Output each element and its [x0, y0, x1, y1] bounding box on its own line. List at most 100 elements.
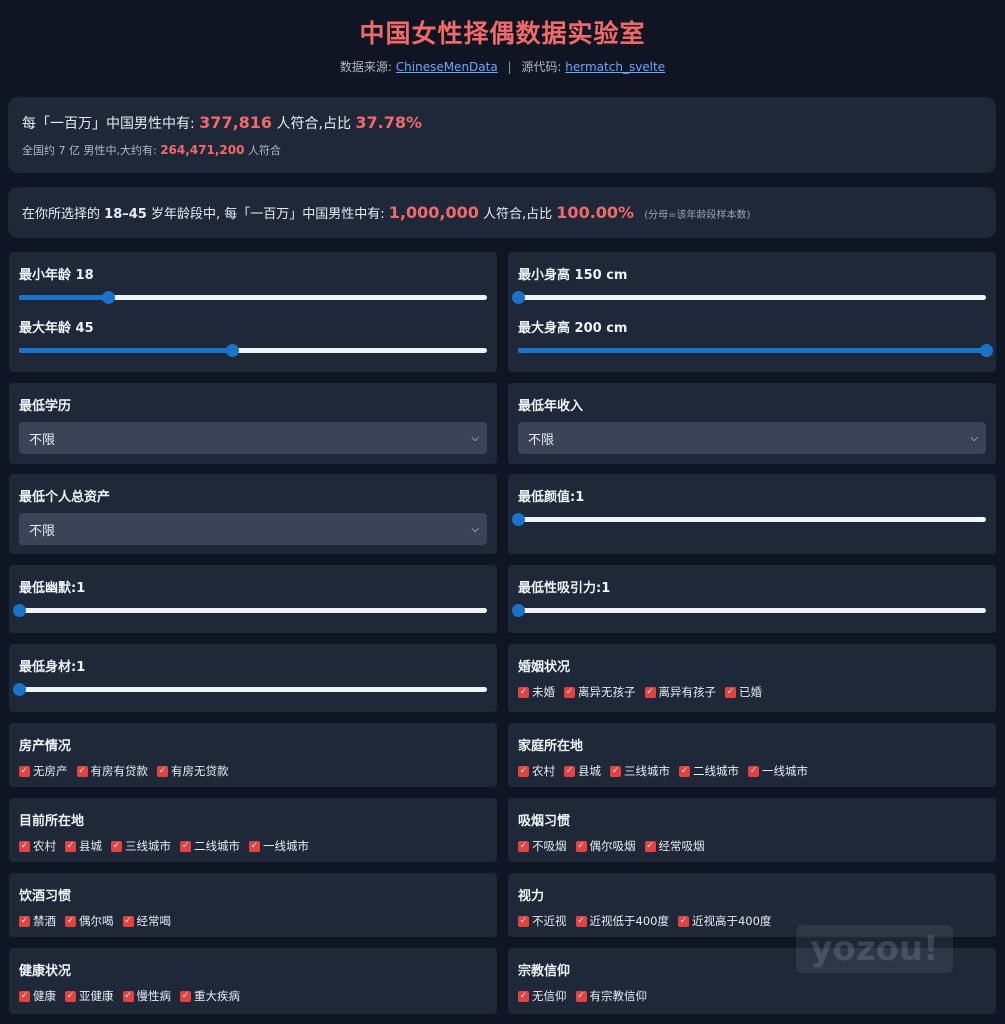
checkbox-checked-icon[interactable]: ✓: [249, 840, 260, 852]
hometown-option[interactable]: ✓ 三线城市: [610, 763, 670, 779]
slider-thumb[interactable]: [980, 344, 993, 357]
checkbox-checked-icon[interactable]: ✓: [111, 840, 122, 852]
health-option[interactable]: ✓ 重大疾病: [180, 988, 240, 1004]
slider-thumb[interactable]: [101, 291, 115, 304]
max-age-slider[interactable]: [19, 340, 487, 360]
checkbox-checked-icon[interactable]: ✓: [644, 840, 656, 852]
checkbox-checked-icon[interactable]: ✓: [677, 915, 689, 927]
checkbox-checked-icon[interactable]: ✓: [610, 765, 621, 777]
smoking-option[interactable]: ✓ 经常吸烟: [644, 838, 705, 854]
hometown-option-label: 县城: [578, 764, 601, 778]
hometown-panel: 家庭所在地 ✓ 农村 ✓ 县城 ✓ 三线城市 ✓ 二线城市 ✓ 一线城市: [508, 723, 996, 787]
source-link[interactable]: ChineseMenData: [396, 60, 498, 74]
code-link[interactable]: hermatch_svelte: [565, 60, 665, 74]
religion-option[interactable]: ✓ 有宗教信仰: [575, 988, 647, 1004]
checkbox-checked-icon[interactable]: ✓: [518, 765, 529, 777]
checkbox-checked-icon[interactable]: ✓: [122, 990, 134, 1002]
checkbox-checked-icon[interactable]: ✓: [19, 990, 30, 1002]
marriage-option-label: 离异有孩子: [658, 685, 717, 699]
hometown-option[interactable]: ✓ 农村: [518, 763, 555, 779]
slider-thumb[interactable]: [512, 604, 525, 617]
checkbox-checked-icon[interactable]: ✓: [19, 840, 30, 852]
drinking-option-label: 禁酒: [33, 914, 56, 928]
housing-option[interactable]: ✓ 有房有贷款: [76, 763, 148, 779]
slider-fill: [19, 348, 232, 353]
min-height-slider[interactable]: [512, 287, 986, 307]
marriage-option[interactable]: ✓ 离异无孩子: [564, 684, 636, 700]
checkbox-checked-icon[interactable]: ✓: [644, 686, 656, 698]
checkbox-checked-icon[interactable]: ✓: [518, 686, 529, 698]
checkbox-checked-icon[interactable]: ✓: [679, 765, 690, 777]
drinking-option[interactable]: ✓ 偶尔喝: [65, 913, 114, 929]
checkbox-checked-icon[interactable]: ✓: [564, 686, 575, 698]
hometown-option[interactable]: ✓ 一线城市: [748, 763, 808, 779]
checkbox-checked-icon[interactable]: ✓: [575, 915, 587, 927]
current-city-panel: 目前所在地 ✓ 农村 ✓ 县城 ✓ 三线城市 ✓ 二线城市 ✓ 一线城市: [9, 798, 497, 862]
max-height-slider[interactable]: [518, 340, 993, 360]
religion-options: ✓ 无信仰 ✓ 有宗教信仰: [518, 988, 986, 1004]
assets-select[interactable]: 不限 ⌵: [19, 513, 487, 545]
min-age-slider[interactable]: [19, 287, 487, 307]
current-option[interactable]: ✓ 三线城市: [111, 838, 171, 854]
checkbox-checked-icon[interactable]: ✓: [65, 990, 76, 1002]
marriage-option[interactable]: ✓ 离异有孩子: [644, 684, 717, 700]
smoking-option-label: 经常吸烟: [658, 839, 705, 853]
min-looks-slider[interactable]: [512, 509, 986, 529]
slider-thumb[interactable]: [13, 683, 26, 696]
checkbox-checked-icon[interactable]: ✓: [518, 915, 529, 927]
health-option[interactable]: ✓ 亚健康: [65, 988, 114, 1004]
slider-thumb[interactable]: [225, 344, 239, 357]
checkbox-checked-icon[interactable]: ✓: [518, 990, 529, 1002]
smoking-option[interactable]: ✓ 不吸烟: [518, 838, 567, 854]
min-humor-slider[interactable]: [13, 600, 487, 620]
slider-track: [518, 517, 986, 522]
checkbox-checked-icon[interactable]: ✓: [180, 990, 191, 1002]
smoking-option[interactable]: ✓ 偶尔吸烟: [575, 838, 636, 854]
checkbox-checked-icon[interactable]: ✓: [575, 990, 587, 1002]
marriage-option[interactable]: ✓ 未婚: [518, 684, 555, 700]
marriage-option[interactable]: ✓ 已婚: [725, 684, 762, 700]
current-option[interactable]: ✓ 一线城市: [249, 838, 309, 854]
current-option[interactable]: ✓ 二线城市: [180, 838, 240, 854]
checkbox-checked-icon[interactable]: ✓: [65, 915, 76, 927]
vision-option[interactable]: ✓ 近视高于400度: [677, 913, 771, 929]
health-option[interactable]: ✓ 健康: [19, 988, 56, 1004]
slider-thumb[interactable]: [512, 291, 525, 304]
health-option[interactable]: ✓ 慢性病: [122, 988, 171, 1004]
drinking-option[interactable]: ✓ 禁酒: [19, 913, 56, 929]
current-option[interactable]: ✓ 农村: [19, 838, 56, 854]
slider-thumb[interactable]: [512, 513, 525, 526]
religion-option[interactable]: ✓ 无信仰: [518, 988, 567, 1004]
drinking-option[interactable]: ✓ 经常喝: [122, 913, 171, 929]
checkbox-checked-icon[interactable]: ✓: [725, 686, 736, 698]
checkbox-checked-icon[interactable]: ✓: [19, 915, 30, 927]
smoking-option-label: 不吸烟: [532, 839, 567, 853]
housing-option[interactable]: ✓ 无房产: [19, 763, 68, 779]
income-panel: 最低年收入 不限 ⌵: [508, 383, 996, 464]
education-select[interactable]: 不限 ⌵: [19, 422, 487, 454]
checkbox-checked-icon[interactable]: ✓: [180, 840, 191, 852]
marriage-option-label: 已婚: [739, 685, 762, 699]
checkbox-checked-icon[interactable]: ✓: [76, 765, 88, 777]
current-option[interactable]: ✓ 县城: [65, 838, 102, 854]
hometown-option[interactable]: ✓ 县城: [564, 763, 601, 779]
checkbox-checked-icon[interactable]: ✓: [748, 765, 759, 777]
page-title: 中国女性择偶数据实验室: [359, 19, 646, 48]
checkbox-checked-icon[interactable]: ✓: [575, 840, 587, 852]
checkbox-checked-icon[interactable]: ✓: [65, 840, 76, 852]
checkbox-checked-icon[interactable]: ✓: [564, 765, 575, 777]
min-sex-appeal-slider[interactable]: [512, 600, 986, 620]
slider-thumb[interactable]: [13, 604, 26, 617]
vision-option[interactable]: ✓ 近视低于400度: [575, 913, 669, 929]
min-body-slider[interactable]: [13, 679, 487, 699]
source-label: 数据来源:: [339, 60, 392, 74]
hometown-option[interactable]: ✓ 二线城市: [679, 763, 739, 779]
housing-option[interactable]: ✓ 有房无贷款: [157, 763, 229, 779]
checkbox-checked-icon[interactable]: ✓: [157, 765, 168, 777]
checkbox-checked-icon[interactable]: ✓: [122, 915, 134, 927]
vision-option[interactable]: ✓ 不近视: [518, 913, 567, 929]
checkbox-checked-icon[interactable]: ✓: [518, 840, 529, 852]
checkbox-checked-icon[interactable]: ✓: [19, 765, 30, 777]
age-summary-count: 1,000,000: [388, 203, 479, 222]
income-select[interactable]: 不限 ⌵: [518, 422, 986, 454]
